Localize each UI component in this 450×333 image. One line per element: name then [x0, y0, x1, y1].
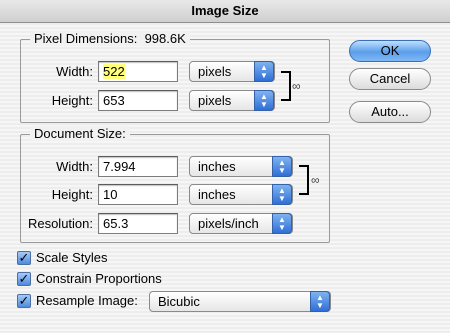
doc-height-unit-label: inches — [198, 187, 236, 202]
pixel-link-bracket — [281, 71, 291, 101]
up-down-arrows-icon: ▲ ▼ — [254, 90, 274, 111]
scale-styles-label[interactable]: Scale Styles — [36, 250, 108, 265]
constrain-proportions-label[interactable]: Constrain Proportions — [36, 271, 162, 286]
up-down-arrows-icon: ▲ ▼ — [310, 291, 330, 312]
document-size-label: Document Size: — [30, 126, 130, 141]
resolution-unit-select[interactable]: pixels/inch ▲ ▼ — [189, 213, 293, 234]
cancel-button[interactable]: Cancel — [349, 68, 431, 90]
doc-link-bracket — [299, 165, 309, 195]
resample-method-label: Bicubic — [158, 294, 200, 309]
resolution-field[interactable]: 65.3 — [98, 213, 178, 234]
doc-height-value: 10 — [103, 187, 118, 202]
pixel-dimensions-header: Pixel Dimensions: 998.6K — [30, 31, 190, 46]
ok-button[interactable]: OK — [349, 40, 431, 62]
resolution-value: 65.3 — [103, 216, 129, 231]
pixel-width-field[interactable]: 522 — [98, 61, 178, 82]
resample-method-select[interactable]: Bicubic ▲ ▼ — [149, 291, 331, 312]
up-down-arrows-icon: ▲ ▼ — [254, 61, 274, 82]
doc-height-unit-select[interactable]: inches ▲ ▼ — [189, 184, 293, 205]
pixel-height-label: Height: — [51, 93, 93, 108]
doc-width-unit-select[interactable]: inches ▲ ▼ — [189, 156, 293, 177]
auto-button[interactable]: Auto... — [349, 101, 431, 123]
image-size-dialog: Image Size Pixel Dimensions: 998.6K Widt… — [0, 0, 450, 333]
pixel-height-value: 653 — [103, 93, 125, 108]
pixel-height-unit-select[interactable]: pixels ▲ ▼ — [189, 90, 275, 111]
doc-width-value: 7.994 — [103, 159, 136, 174]
pixel-width-unit-label: pixels — [198, 64, 232, 79]
resolution-unit-label: pixels/inch — [198, 216, 259, 231]
doc-height-field[interactable]: 10 — [98, 184, 178, 205]
doc-width-unit-label: inches — [198, 159, 236, 174]
chain-link-icon: ∞ — [311, 173, 320, 187]
pixel-height-field[interactable]: 653 — [98, 90, 178, 111]
checkmark-icon: ✓ — [18, 293, 30, 308]
up-down-arrows-icon: ▲ ▼ — [272, 156, 292, 177]
pixel-dimensions-size: 998.6K — [144, 31, 186, 46]
pixel-height-unit-label: pixels — [198, 93, 232, 108]
pixel-dimensions-label: Pixel Dimensions: — [34, 31, 138, 46]
chain-link-icon: ∞ — [292, 79, 301, 93]
resample-image-label[interactable]: Resample Image: — [36, 293, 138, 308]
checkmark-icon: ✓ — [18, 271, 30, 286]
resample-image-checkbox[interactable]: ✓ — [17, 294, 31, 308]
constrain-proportions-checkbox[interactable]: ✓ — [17, 272, 31, 286]
doc-width-field[interactable]: 7.994 — [98, 156, 178, 177]
window-title: Image Size — [0, 0, 450, 23]
pixel-width-value: 522 — [103, 64, 125, 79]
scale-styles-checkbox[interactable]: ✓ — [17, 251, 31, 265]
up-down-arrows-icon: ▲ ▼ — [272, 184, 292, 205]
doc-width-label: Width: — [56, 159, 93, 174]
doc-height-label: Height: — [51, 187, 93, 202]
pixel-width-label: Width: — [56, 64, 93, 79]
pixel-width-unit-select[interactable]: pixels ▲ ▼ — [189, 61, 275, 82]
checkmark-icon: ✓ — [18, 250, 30, 265]
up-down-arrows-icon: ▲ ▼ — [272, 213, 292, 234]
resolution-label: Resolution: — [27, 216, 93, 231]
